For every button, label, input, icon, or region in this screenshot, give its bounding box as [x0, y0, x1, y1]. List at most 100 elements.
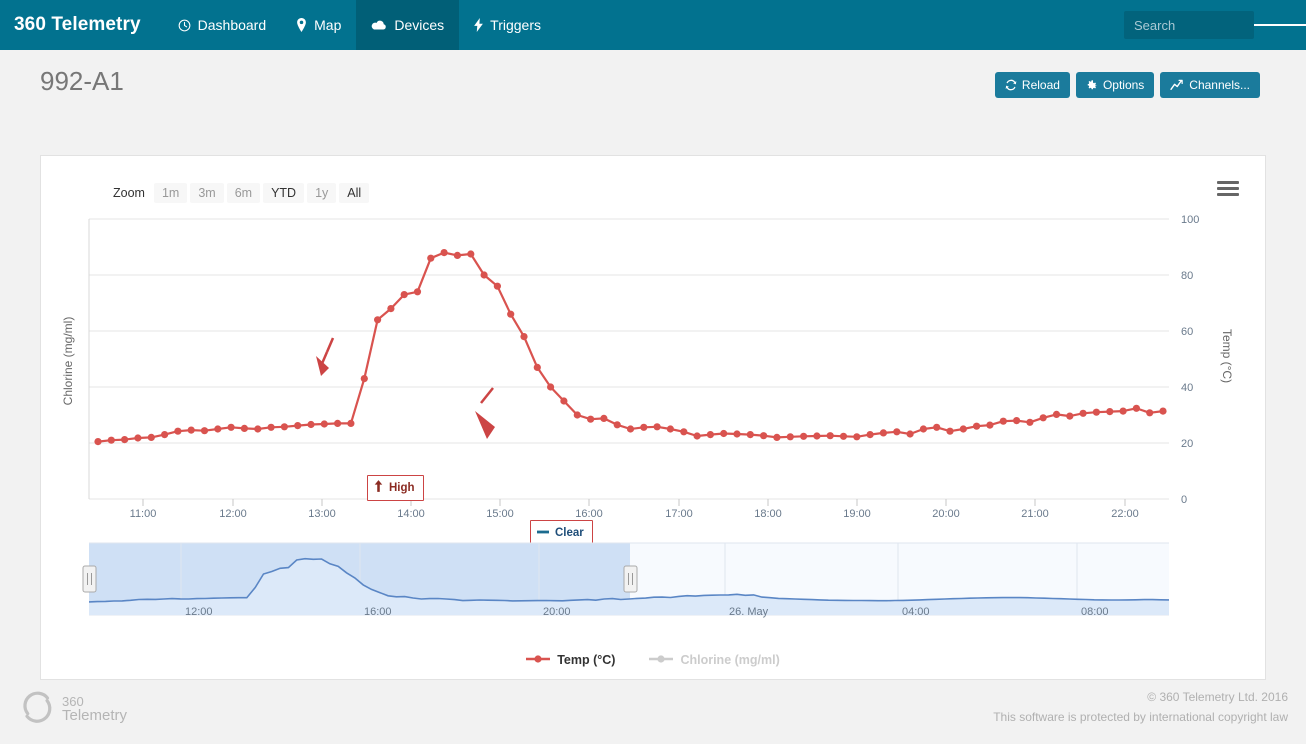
navbar-menu-toggle[interactable]	[1254, 0, 1306, 50]
navigator-handle-right[interactable]	[623, 565, 638, 593]
navigator-handle-left[interactable]	[82, 565, 97, 593]
series-point[interactable]	[214, 425, 222, 433]
series-point[interactable]	[1052, 410, 1061, 418]
series-point[interactable]	[200, 427, 209, 435]
series-point[interactable]	[1146, 409, 1154, 417]
series-point[interactable]	[427, 254, 435, 262]
series-point[interactable]	[653, 423, 661, 431]
series-point[interactable]	[839, 432, 848, 440]
series-point[interactable]	[400, 291, 408, 299]
series-point[interactable]	[520, 333, 528, 341]
nav-item-dashboard[interactable]: Dashboard	[163, 0, 282, 50]
series-point[interactable]	[600, 414, 608, 422]
series-point[interactable]	[147, 433, 155, 441]
series-point[interactable]	[560, 397, 568, 405]
series-point[interactable]	[387, 305, 395, 313]
series-point[interactable]	[1119, 407, 1127, 415]
series-point[interactable]	[267, 423, 275, 431]
series-point[interactable]	[467, 250, 475, 258]
series-point[interactable]	[693, 432, 701, 440]
series-point[interactable]	[413, 288, 422, 296]
series-point[interactable]	[493, 282, 501, 290]
series-point[interactable]	[893, 428, 901, 436]
reload-button[interactable]: Reload	[994, 72, 1070, 98]
series-point[interactable]	[720, 429, 728, 438]
series-point[interactable]	[334, 419, 342, 427]
series-point[interactable]	[919, 425, 928, 433]
legend-item-chlorine[interactable]: Chlorine (mg/ml)	[649, 653, 780, 667]
series-point[interactable]	[666, 425, 675, 433]
series-point[interactable]	[746, 431, 754, 439]
series-point[interactable]	[760, 432, 768, 440]
cloud-icon	[371, 19, 387, 31]
series-point[interactable]	[533, 363, 541, 371]
series-point[interactable]	[134, 434, 142, 442]
series-point[interactable]	[1013, 417, 1021, 425]
series-point[interactable]	[227, 423, 235, 431]
series-point[interactable]	[853, 433, 861, 441]
series-point[interactable]	[640, 423, 648, 431]
series-point[interactable]	[240, 424, 248, 432]
series-point[interactable]	[879, 429, 888, 437]
series-point[interactable]	[480, 271, 488, 279]
series-point[interactable]	[440, 249, 448, 257]
series-point[interactable]	[107, 436, 115, 444]
series-point[interactable]	[973, 422, 981, 430]
series-point[interactable]	[161, 431, 169, 439]
series-point[interactable]	[507, 310, 515, 318]
series-point[interactable]	[360, 375, 368, 383]
series-point[interactable]	[121, 436, 129, 444]
series-point[interactable]	[1092, 408, 1100, 416]
series-point[interactable]	[733, 430, 741, 438]
series-point[interactable]	[294, 422, 302, 430]
series-point[interactable]	[826, 432, 834, 440]
nav-item-devices[interactable]: Devices	[356, 0, 460, 50]
series-point[interactable]	[453, 251, 461, 259]
series-point[interactable]	[813, 432, 821, 440]
annotation-flag-high[interactable]: High	[367, 475, 424, 501]
channels-button[interactable]: Channels...	[1160, 72, 1260, 98]
series-point[interactable]	[1132, 404, 1140, 412]
nav-item-map[interactable]: Map	[281, 0, 356, 50]
series-point[interactable]	[946, 427, 954, 435]
series-point[interactable]	[1066, 412, 1074, 420]
series-point[interactable]	[800, 432, 808, 440]
search-input[interactable]	[1124, 11, 1254, 39]
series-point[interactable]	[1079, 409, 1087, 417]
series-point[interactable]	[1159, 407, 1167, 415]
series-point[interactable]	[959, 425, 967, 433]
series-point[interactable]	[94, 438, 102, 446]
series-point[interactable]	[587, 415, 595, 423]
series-point[interactable]	[320, 420, 328, 428]
series-point[interactable]	[573, 411, 581, 419]
series-point[interactable]	[307, 420, 315, 429]
chart-navigator[interactable]: 12:00 16:00 20:00 26. May 04:00 08:00	[41, 541, 1267, 636]
series-point[interactable]	[986, 421, 994, 429]
series-point[interactable]	[187, 426, 195, 434]
series-point[interactable]	[786, 433, 794, 441]
series-point[interactable]	[280, 423, 288, 431]
series-point[interactable]	[347, 419, 355, 427]
series-point[interactable]	[547, 383, 555, 391]
legend-item-temp[interactable]: Temp (°C)	[526, 653, 615, 667]
series-point[interactable]	[933, 423, 941, 431]
series-point[interactable]	[374, 316, 382, 324]
series-point[interactable]	[1106, 408, 1114, 416]
series-point[interactable]	[999, 417, 1007, 425]
series-point[interactable]	[613, 421, 621, 429]
series-temp[interactable]	[94, 249, 1167, 446]
nav-item-triggers[interactable]: Triggers	[459, 0, 556, 50]
brand-logo[interactable]: 360 Telemetry	[0, 0, 163, 50]
options-button[interactable]: Options	[1075, 72, 1155, 98]
footer-copyright-block: © 360 Telemetry Ltd. 2016 This software …	[993, 688, 1288, 728]
series-point[interactable]	[254, 425, 262, 433]
series-point[interactable]	[773, 433, 781, 441]
series-point[interactable]	[1026, 418, 1034, 426]
series-point[interactable]	[706, 431, 715, 439]
series-point[interactable]	[866, 431, 874, 439]
series-point[interactable]	[626, 425, 635, 433]
series-point[interactable]	[1039, 414, 1047, 422]
series-point[interactable]	[906, 430, 914, 438]
series-point[interactable]	[174, 427, 182, 435]
series-point[interactable]	[680, 428, 688, 436]
